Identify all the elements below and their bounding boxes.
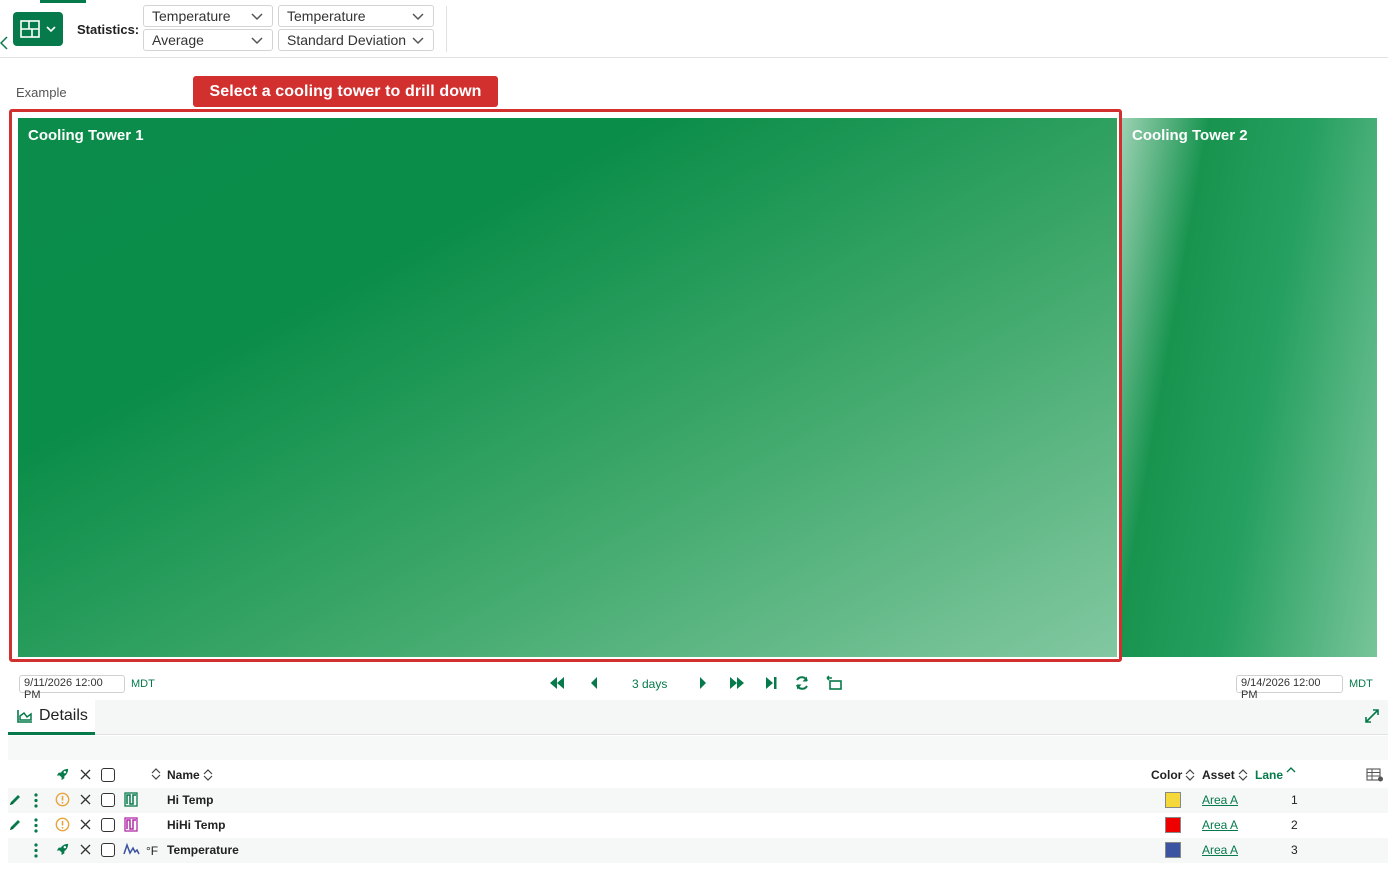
column-header-color[interactable]: Color	[1151, 768, 1195, 782]
row-name: Hi Temp	[167, 793, 214, 807]
row-lane: 3	[1291, 843, 1298, 857]
remove-icon[interactable]	[80, 794, 91, 805]
rocket-icon[interactable]	[55, 842, 70, 857]
column-header-label: Lane	[1255, 768, 1284, 782]
warning-icon	[55, 792, 70, 807]
more-options-icon[interactable]	[33, 793, 39, 808]
end-timezone[interactable]: MDT	[1349, 678, 1373, 690]
details-pane-header	[8, 700, 1388, 735]
chevron-down-icon	[250, 33, 264, 47]
color-swatch[interactable]	[1165, 817, 1181, 833]
select-value: Average	[152, 32, 204, 48]
statistics-label: Statistics:	[77, 22, 140, 37]
tab-details[interactable]: Details	[8, 700, 95, 735]
table-row[interactable]: °F Temperature Area A 3	[8, 838, 1388, 863]
step-forward-full-icon[interactable]	[728, 674, 746, 692]
column-header-name[interactable]: Name	[167, 768, 213, 782]
treemap-group-label: Example	[16, 85, 67, 100]
active-tab-indicator	[40, 0, 86, 3]
cooling-tower-2-tile[interactable]: Cooling Tower 2	[1122, 118, 1377, 657]
column-settings-icon[interactable]	[1366, 768, 1384, 782]
row-lane: 1	[1291, 793, 1298, 807]
column-header-lane[interactable]: Lane	[1255, 766, 1296, 782]
end-time-input[interactable]: 9/14/2026 12:00 PM	[1236, 675, 1343, 701]
step-back-icon[interactable]	[586, 674, 604, 692]
chart-area-icon	[17, 709, 33, 723]
pencil-icon[interactable]	[8, 818, 22, 832]
stat-signal-select-2[interactable]: Temperature	[278, 5, 434, 27]
chevron-down-icon	[411, 33, 425, 47]
column-header-label: Name	[167, 768, 200, 782]
view-selector-button[interactable]	[13, 12, 63, 46]
column-header-label: Color	[1151, 768, 1183, 782]
asset-link[interactable]: Area A	[1202, 793, 1238, 807]
chevron-down-icon	[46, 25, 56, 33]
details-toolbar-strip	[8, 736, 1388, 760]
column-header-label: Asset	[1202, 768, 1235, 782]
close-icon[interactable]	[80, 769, 91, 780]
stat-type-select-1[interactable]: Average	[143, 29, 273, 51]
drilldown-callout: Select a cooling tower to drill down	[193, 76, 498, 107]
stat-signal-select-1[interactable]: Temperature	[143, 5, 273, 27]
expand-icon[interactable]	[1363, 707, 1381, 725]
start-timezone[interactable]: MDT	[131, 678, 155, 690]
asset-link[interactable]: Area A	[1202, 818, 1238, 832]
color-swatch[interactable]	[1165, 842, 1181, 858]
select-value: Temperature	[152, 8, 231, 24]
chevron-down-icon	[411, 9, 425, 23]
warning-icon	[55, 817, 70, 832]
refresh-icon[interactable]	[793, 674, 811, 692]
select-all-checkbox[interactable]	[101, 768, 115, 782]
step-forward-icon[interactable]	[694, 674, 712, 692]
remove-icon[interactable]	[80, 844, 91, 855]
more-options-icon[interactable]	[33, 818, 39, 833]
row-checkbox[interactable]	[101, 793, 115, 807]
condition-icon	[124, 792, 138, 807]
tile-label: Cooling Tower 2	[1132, 127, 1248, 144]
row-name: HiHi Temp	[167, 818, 226, 832]
sort-icon	[1238, 769, 1248, 781]
row-checkbox[interactable]	[101, 818, 115, 832]
row-checkbox[interactable]	[101, 843, 115, 857]
row-unit: °F	[146, 844, 159, 858]
sort-icon	[1185, 769, 1195, 781]
toolbar-divider	[446, 6, 447, 52]
select-value: Standard Deviation	[287, 32, 407, 48]
step-back-full-icon[interactable]	[548, 674, 566, 692]
table-row[interactable]: HiHi Temp Area A 2	[8, 813, 1388, 838]
stat-type-select-2[interactable]: Standard Deviation	[278, 29, 434, 51]
sort-icon	[203, 769, 213, 781]
remove-icon[interactable]	[80, 819, 91, 830]
select-value: Temperature	[287, 8, 366, 24]
treemap-icon	[20, 20, 40, 38]
row-lane: 2	[1291, 818, 1298, 832]
more-options-icon[interactable]	[33, 843, 39, 858]
start-time-input[interactable]: 9/11/2026 12:00 PM	[19, 675, 125, 701]
chevron-left-icon[interactable]	[0, 36, 8, 50]
time-zoom-icon[interactable]	[825, 674, 843, 692]
signal-icon	[123, 842, 140, 857]
table-row[interactable]: Hi Temp Area A 1	[8, 788, 1388, 813]
row-name: Temperature	[167, 843, 239, 857]
chevron-down-icon	[250, 9, 264, 23]
sort-ascending-icon	[1286, 766, 1296, 773]
pencil-icon[interactable]	[8, 793, 22, 807]
tab-label: Details	[39, 707, 88, 724]
rocket-icon[interactable]	[55, 767, 70, 782]
sort-icon[interactable]	[151, 768, 161, 780]
toolbar: Statistics: Temperature Temperature Aver…	[0, 0, 1388, 58]
display-range-duration[interactable]: 3 days	[632, 677, 667, 691]
asset-link[interactable]: Area A	[1202, 843, 1238, 857]
color-swatch[interactable]	[1165, 792, 1181, 808]
jump-to-now-icon[interactable]	[762, 674, 780, 692]
condition-icon	[124, 817, 138, 832]
column-header-asset[interactable]: Asset	[1202, 768, 1248, 782]
drilldown-highlight-box	[9, 109, 1122, 662]
